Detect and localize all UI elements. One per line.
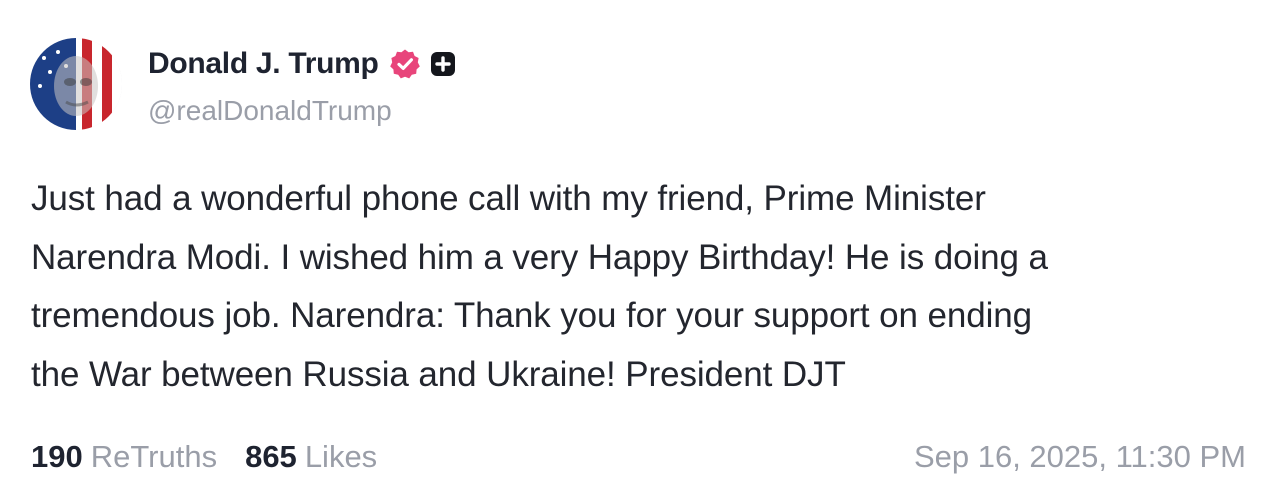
retruths-stat[interactable]: 190 ReTruths xyxy=(31,439,217,475)
retruths-count: 190 xyxy=(31,439,83,474)
post-body-text: Just had a wonderful phone call with my … xyxy=(31,179,1048,394)
post-footer: 190 ReTruths 865 Likes Sep 16, 2025, 11:… xyxy=(31,434,1246,480)
avatar-flag-portrait-icon xyxy=(30,38,122,130)
retruths-label: ReTruths xyxy=(90,439,218,474)
post-timestamp[interactable]: Sep 16, 2025, 11:30 PM xyxy=(914,439,1246,475)
verified-check-icon xyxy=(389,48,421,80)
likes-label: Likes xyxy=(304,439,378,474)
likes-count: 865 xyxy=(245,439,297,474)
plus-badge-icon xyxy=(429,50,457,78)
author-name-row: Donald J. Trump xyxy=(148,40,457,88)
author-handle[interactable]: @realDonaldTrump xyxy=(148,95,392,127)
avatar[interactable] xyxy=(30,38,122,130)
post-card: Donald J. Trump @realDonaldTrump Just ha… xyxy=(0,0,1280,484)
author-display-name[interactable]: Donald J. Trump xyxy=(148,47,379,81)
likes-stat[interactable]: 865 Likes xyxy=(245,439,377,475)
